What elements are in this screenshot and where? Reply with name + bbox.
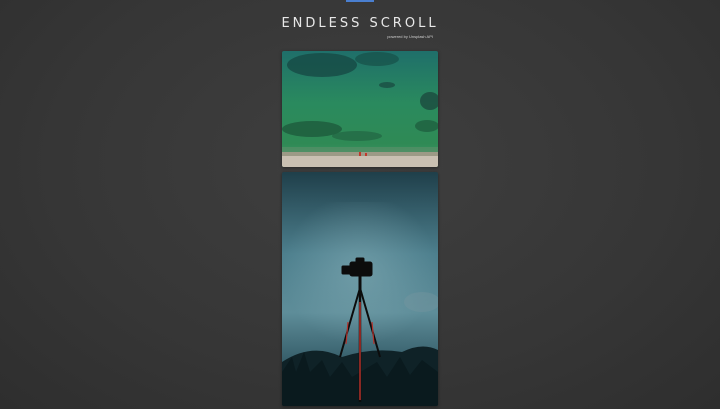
photo-card-camera-tripod[interactable] bbox=[282, 172, 438, 406]
page-title: ENDLESS SCROLL bbox=[281, 16, 439, 31]
header: ENDLESS SCROLL powered by Unsplash API bbox=[0, 14, 720, 39]
photo-image bbox=[282, 51, 438, 167]
page-subtitle: powered by Unsplash API bbox=[387, 34, 433, 39]
photo-card-aerial-coastline[interactable] bbox=[282, 51, 438, 167]
scroll-indicator bbox=[346, 0, 374, 2]
page: ENDLESS SCROLL powered by Unsplash API bbox=[0, 0, 720, 409]
photo-image bbox=[282, 172, 438, 406]
